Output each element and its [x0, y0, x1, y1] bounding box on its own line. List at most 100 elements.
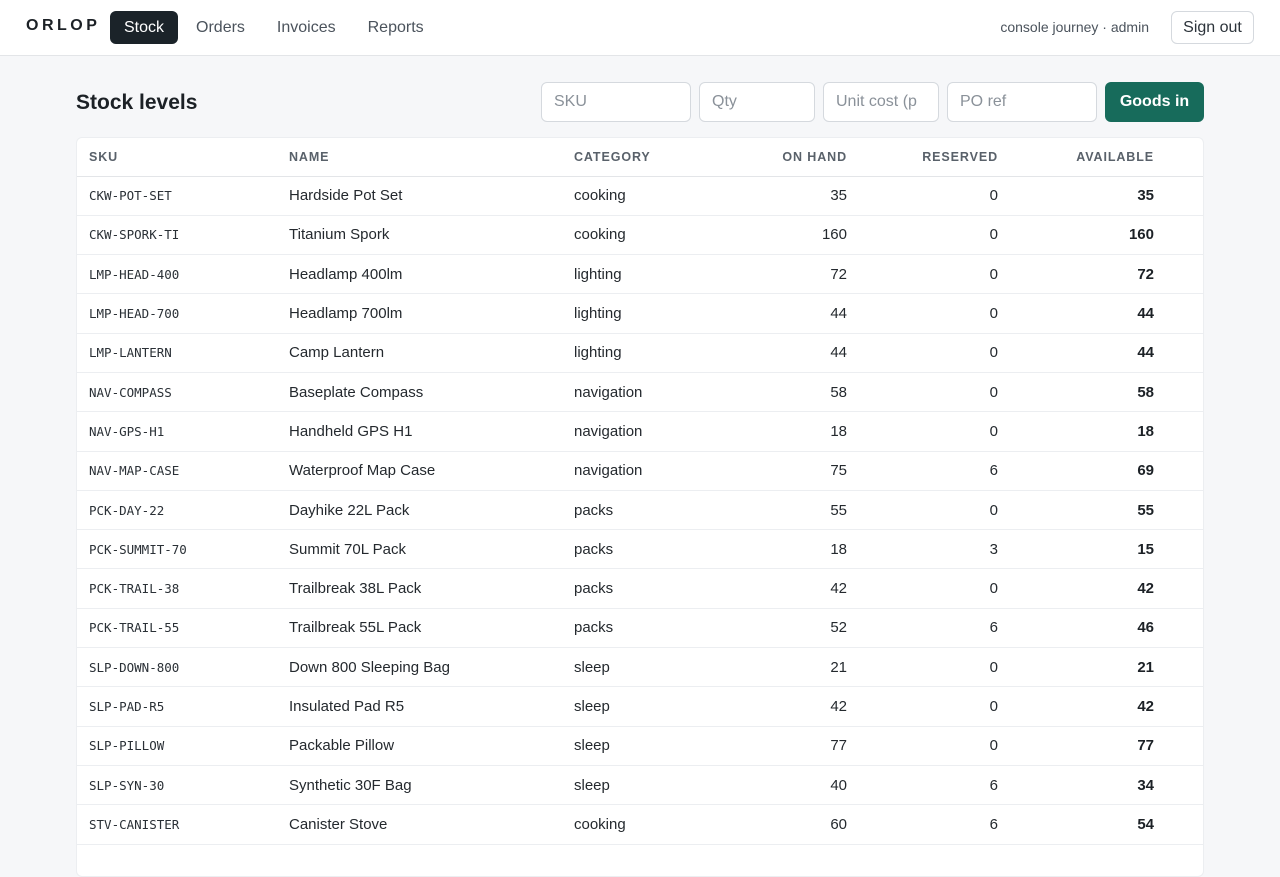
sign-out-button[interactable]: Sign out	[1171, 11, 1254, 44]
cell-reserved: 0	[847, 176, 998, 216]
table-row[interactable]: PCK-SUMMIT-70 Summit 70L Pack packs 18 3 15	[77, 529, 1203, 570]
table-row[interactable]: NAV-COMPASS Baseplate Compass navigation 58…	[77, 372, 1203, 413]
cell-category: lighting	[562, 293, 722, 334]
cell-spacer	[1154, 451, 1203, 491]
cell-spacer	[1154, 176, 1203, 216]
cell-name: Canister Stove	[277, 804, 562, 845]
cell-available: 55	[998, 490, 1154, 531]
nav-item-orders[interactable]: Orders	[182, 11, 259, 44]
cell-spacer	[1154, 293, 1203, 334]
cell-available: 42	[998, 686, 1154, 727]
table-row[interactable]: NAV-MAP-CASE Waterproof Map Case navigatio…	[77, 451, 1203, 491]
cell-spacer	[1154, 254, 1203, 295]
cell-category: sleep	[562, 726, 722, 766]
cell-on-hand: 40	[722, 765, 847, 806]
table-row[interactable]: LMP-HEAD-700 Headlamp 700lm lighting 44 0 44	[77, 293, 1203, 334]
cell-category: sleep	[562, 765, 722, 806]
stock-table: SKU NAME CATEGORY ON HAND RESERVED AVAIL…	[77, 138, 1203, 845]
column-header-reserved[interactable]: RESERVED	[847, 138, 998, 177]
column-header-category[interactable]: CATEGORY	[562, 138, 722, 177]
cell-sku: CKW-POT-SET	[77, 176, 277, 216]
cell-category: navigation	[562, 411, 722, 452]
unit-cost-input[interactable]	[823, 82, 939, 122]
cell-spacer	[1154, 215, 1203, 256]
nav-item-stock[interactable]: Stock	[110, 11, 179, 44]
cell-on-hand: 42	[722, 568, 847, 609]
cell-sku: NAV-GPS-H1	[77, 411, 277, 452]
cell-on-hand: 77	[722, 726, 847, 766]
cell-sku: SLP-PAD-R5	[77, 686, 277, 727]
cell-category: lighting	[562, 254, 722, 295]
cell-category: sleep	[562, 647, 722, 688]
cell-spacer	[1154, 372, 1203, 413]
cell-reserved: 0	[847, 254, 998, 295]
cell-reserved: 0	[847, 333, 998, 373]
cell-sku: NAV-COMPASS	[77, 372, 277, 413]
cell-spacer	[1154, 726, 1203, 766]
cell-sku: LMP-LANTERN	[77, 333, 277, 373]
sku-input[interactable]	[541, 82, 691, 122]
cell-spacer	[1154, 647, 1203, 688]
table-row[interactable]: SLP-DOWN-800 Down 800 Sleeping Bag sleep 21…	[77, 647, 1203, 688]
cell-reserved: 0	[847, 293, 998, 334]
nav-item-reports[interactable]: Reports	[354, 11, 438, 44]
cell-reserved: 0	[847, 647, 998, 688]
cell-on-hand: 18	[722, 529, 847, 570]
cell-name: Handheld GPS H1	[277, 411, 562, 452]
table-row[interactable]: SLP-PAD-R5 Insulated Pad R5 sleep 42 0 42	[77, 686, 1203, 727]
column-header-on-hand[interactable]: ON HAND	[722, 138, 847, 177]
cell-sku: PCK-DAY-22	[77, 490, 277, 531]
table-row[interactable]: NAV-GPS-H1 Handheld GPS H1 navigation 18 0 18	[77, 411, 1203, 452]
cell-sku: LMP-HEAD-700	[77, 293, 277, 334]
table-row[interactable]: LMP-HEAD-400 Headlamp 400lm lighting 72 0 72	[77, 254, 1203, 295]
table-row[interactable]: CKW-SPORK-TI Titanium Spork cooking 160 0 160	[77, 215, 1203, 256]
cell-category: packs	[562, 568, 722, 609]
column-header-sku[interactable]: SKU	[77, 138, 277, 177]
top-bar: ORLOP Stock Orders Invoices Reports cons…	[0, 0, 1280, 56]
cell-on-hand: 42	[722, 686, 847, 727]
goods-in-button[interactable]: Goods in	[1105, 82, 1204, 122]
cell-available: 160	[998, 215, 1154, 256]
cell-spacer	[1154, 804, 1203, 845]
table-row[interactable]: LMP-LANTERN Camp Lantern lighting 44 0 44	[77, 333, 1203, 373]
table-row[interactable]: CKW-POT-SET Hardside Pot Set cooking 35 0 35	[77, 176, 1203, 216]
cell-name: Down 800 Sleeping Bag	[277, 647, 562, 688]
cell-name: Synthetic 30F Bag	[277, 765, 562, 806]
cell-reserved: 6	[847, 608, 998, 649]
column-header-available[interactable]: AVAILABLE	[998, 138, 1154, 177]
cell-on-hand: 18	[722, 411, 847, 452]
cell-available: 77	[998, 726, 1154, 766]
cell-on-hand: 60	[722, 804, 847, 845]
cell-reserved: 0	[847, 490, 998, 531]
cell-name: Waterproof Map Case	[277, 451, 562, 491]
cell-name: Baseplate Compass	[277, 372, 562, 413]
cell-category: navigation	[562, 372, 722, 413]
cell-category: cooking	[562, 215, 722, 256]
cell-reserved: 6	[847, 804, 998, 845]
cell-name: Summit 70L Pack	[277, 529, 562, 570]
cell-name: Packable Pillow	[277, 726, 562, 766]
cell-on-hand: 44	[722, 333, 847, 373]
cell-spacer	[1154, 686, 1203, 727]
cell-on-hand: 52	[722, 608, 847, 649]
po-ref-input[interactable]	[947, 82, 1097, 122]
table-row[interactable]: PCK-TRAIL-38 Trailbreak 38L Pack packs 42 0 4…	[77, 568, 1203, 609]
table-row[interactable]: SLP-SYN-30 Synthetic 30F Bag sleep 40 6 34	[77, 765, 1203, 806]
qty-input[interactable]	[699, 82, 815, 122]
table-row[interactable]: STV-CANISTER Canister Stove cooking 60 6 54	[77, 804, 1203, 845]
table-row[interactable]: SLP-PILLOW Packable Pillow sleep 77 0 77	[77, 726, 1203, 766]
cell-spacer	[1154, 529, 1203, 570]
table-row[interactable]: PCK-DAY-22 Dayhike 22L Pack packs 55 0 55	[77, 490, 1203, 531]
table-row[interactable]: PCK-TRAIL-55 Trailbreak 55L Pack packs 52 6 4…	[77, 608, 1203, 649]
cell-reserved: 0	[847, 568, 998, 609]
main-nav: Stock Orders Invoices Reports	[110, 11, 442, 44]
cell-sku: PCK-SUMMIT-70	[77, 529, 277, 570]
cell-sku: STV-CANISTER	[77, 804, 277, 845]
page-title: Stock levels	[76, 91, 198, 114]
column-header-name[interactable]: NAME	[277, 138, 562, 177]
user-label: console journey · admin	[1000, 19, 1149, 35]
nav-item-invoices[interactable]: Invoices	[263, 11, 350, 44]
cell-spacer	[1154, 608, 1203, 649]
cell-name: Titanium Spork	[277, 215, 562, 256]
cell-name: Trailbreak 55L Pack	[277, 608, 562, 649]
